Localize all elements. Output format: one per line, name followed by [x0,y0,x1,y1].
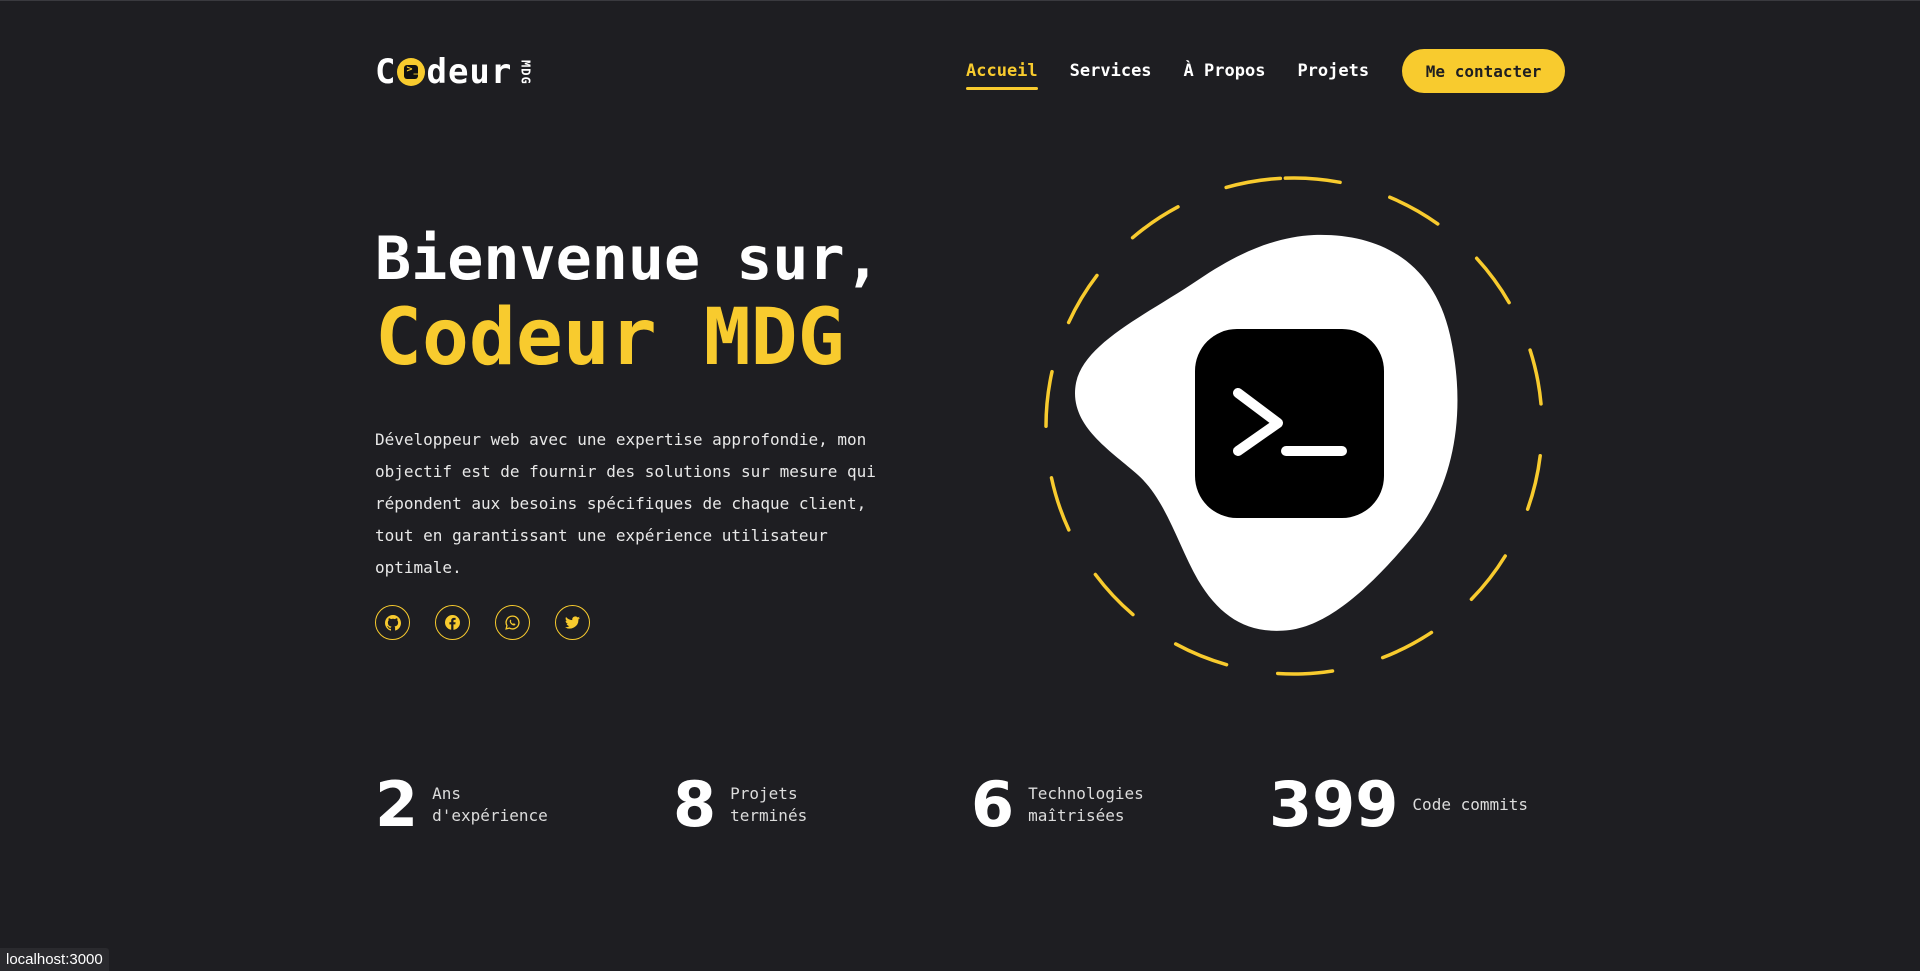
stat-experience: 2 Ans d'expérience [375,770,673,840]
main-nav: Accueil Services À Propos Projets Me con… [966,49,1566,93]
facebook-link[interactable] [435,605,470,640]
stat-technologies: 6 Technologies maîtrisées [971,770,1269,840]
twitter-icon [565,616,580,629]
logo-subtitle: MDG [518,59,533,85]
contact-button[interactable]: Me contacter [1402,49,1566,93]
stat-value: 8 [673,768,717,841]
nav-item-services[interactable]: Services [1070,53,1152,89]
github-link[interactable] [375,605,410,640]
stat-label: Projets terminés [730,784,808,825]
github-icon [384,614,401,631]
stats-bar: 2 Ans d'expérience 8 Projets terminés 6 … [375,770,1567,840]
stat-label: Ans d'expérience [432,784,548,825]
stat-commits: 399 Code commits [1269,770,1567,840]
terminal-o-icon: >_ [397,58,426,86]
stat-value: 2 [375,768,419,841]
whatsapp-icon [505,615,520,630]
hero-heading: Bienvenue sur, Codeur MDG [375,225,881,383]
window-top-border [0,0,1920,1]
nav-item-a-propos[interactable]: À Propos [1184,53,1266,89]
hero-title-line2: Codeur MDG [375,293,845,383]
terminal-icon-bg [1195,329,1384,518]
logo-text-deur: deur [426,52,513,92]
stat-projects: 8 Projets terminés [673,770,971,840]
facebook-icon [445,615,460,630]
status-bar-url: localhost:3000 [0,948,109,971]
stat-label: Technologies maîtrisées [1028,784,1144,825]
logo-wordmark: C >_ deur [375,52,512,92]
hero-title-line1: Bienvenue sur, [375,224,881,294]
site-logo[interactable]: C >_ deur MDG [375,52,532,92]
hero-description: Développeur web avec une expertise appro… [375,430,876,577]
hero-graphic [1044,176,1544,676]
nav-item-accueil[interactable]: Accueil [966,53,1038,90]
whatsapp-link[interactable] [495,605,530,640]
stat-value: 6 [971,768,1015,841]
stat-value: 399 [1269,768,1399,841]
logo-text-c: C [375,52,397,92]
hero-illustration [1028,165,1588,685]
social-links [375,605,615,640]
nav-item-projets[interactable]: Projets [1297,53,1369,89]
stat-label: Code commits [1412,795,1529,814]
twitter-link[interactable] [555,605,590,640]
